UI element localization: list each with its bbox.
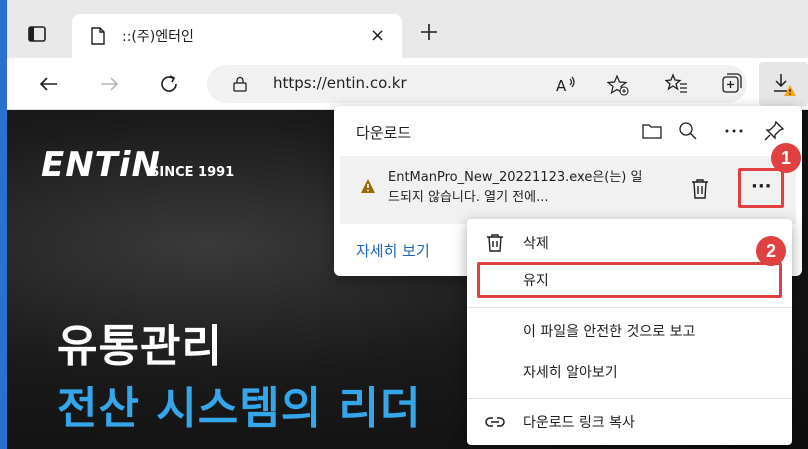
trash-icon[interactable] bbox=[690, 178, 710, 200]
warning-icon bbox=[360, 178, 376, 194]
more-label: ··· bbox=[751, 176, 772, 197]
menu-item-copy-link[interactable]: 다운로드 링크 복사 bbox=[467, 402, 792, 442]
logo-since: SINCE 1991 bbox=[150, 165, 235, 180]
browser-tab[interactable]: ::(주)엔터인 × bbox=[72, 14, 402, 58]
address-toolbar: https://entin.co.kr A bbox=[7, 58, 808, 110]
menu-item-label: 이 파일을 안전한 것으로 보고 bbox=[523, 324, 696, 340]
highlight-box bbox=[477, 262, 782, 298]
annotation-badge-2: 2 bbox=[756, 236, 786, 266]
download-filename-line1: EntManPro_New_20221123.exe은(는) 일 bbox=[388, 170, 643, 185]
add-favorite-icon[interactable] bbox=[606, 74, 629, 96]
search-icon[interactable] bbox=[677, 120, 699, 142]
tab-strip: ::(주)엔터인 × bbox=[7, 0, 808, 58]
plus-icon[interactable] bbox=[419, 22, 439, 42]
tab-actions-icon[interactable] bbox=[27, 24, 51, 46]
menu-item-delete[interactable]: 삭제 bbox=[467, 223, 792, 263]
forward-arrow-icon[interactable] bbox=[97, 72, 121, 96]
browser-window: ::(주)엔터인 × https://entin.co.kr A ENTiN S… bbox=[0, 0, 808, 449]
refresh-icon[interactable] bbox=[157, 72, 181, 96]
annotation-badge-1: 1 bbox=[771, 143, 801, 173]
download-filename-line2: 드되지 않습니다. 열기 전에... bbox=[388, 190, 549, 205]
download-item[interactable]: EntManPro_New_20221123.exe은(는) 일 드되지 않습니… bbox=[340, 156, 796, 224]
back-arrow-icon[interactable] bbox=[37, 72, 61, 96]
menu-item-label: 다운로드 링크 복사 bbox=[523, 415, 635, 431]
lock-icon[interactable] bbox=[233, 76, 247, 92]
site-logo[interactable]: ENTiN bbox=[41, 145, 161, 185]
menu-item-label: 자세히 알아보기 bbox=[523, 365, 618, 381]
menu-divider bbox=[467, 398, 792, 399]
menu-item-learn-more[interactable]: 자세히 알아보기 bbox=[467, 352, 792, 392]
pin-icon[interactable] bbox=[763, 120, 785, 142]
see-more-link[interactable]: 자세히 보기 bbox=[356, 240, 430, 261]
tab-close-button[interactable]: × bbox=[370, 25, 385, 46]
download-context-menu: 삭제 유지 이 파일을 안전한 것으로 보고 자세히 알아보기 다운로드 링크 … bbox=[467, 219, 792, 445]
menu-divider bbox=[467, 307, 792, 308]
open-folder-icon[interactable] bbox=[641, 120, 663, 142]
downloads-button[interactable] bbox=[759, 62, 808, 106]
window-edge bbox=[0, 0, 7, 449]
collections-icon[interactable] bbox=[719, 72, 743, 96]
link-icon bbox=[485, 412, 505, 432]
tab-title: ::(주)엔터인 bbox=[122, 29, 194, 45]
trash-icon bbox=[485, 233, 505, 253]
downloads-warning-icon bbox=[771, 72, 797, 98]
download-more-button[interactable]: ··· bbox=[738, 168, 784, 208]
downloads-title: 다운로드 bbox=[356, 124, 412, 142]
menu-item-label: 삭제 bbox=[523, 236, 549, 252]
read-aloud-icon[interactable]: A bbox=[555, 74, 577, 96]
url-text[interactable]: https://entin.co.kr bbox=[273, 74, 407, 92]
svg-text:A: A bbox=[556, 77, 567, 95]
page-icon bbox=[90, 27, 106, 45]
headline-line1: 유통관리 bbox=[57, 321, 223, 372]
favorites-icon[interactable] bbox=[664, 72, 689, 96]
headline-line2: 전산 시스템의 리더 bbox=[57, 383, 422, 434]
menu-item-report-safe[interactable]: 이 파일을 안전한 것으로 보고 bbox=[467, 311, 792, 351]
more-icon[interactable] bbox=[723, 120, 745, 142]
